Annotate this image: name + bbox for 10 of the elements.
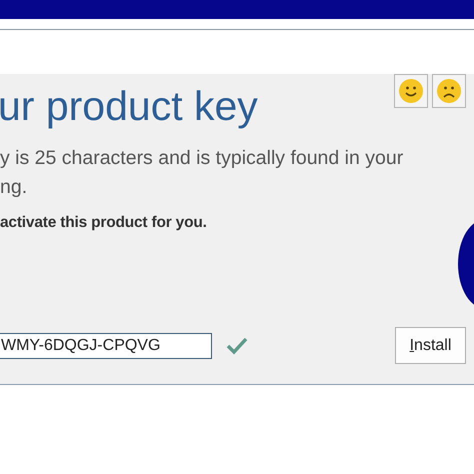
dialog-title: ur product key [0, 82, 258, 130]
product-key-field[interactable]: WMY-6DQGJ-CPQVG [0, 332, 212, 358]
smile-feedback-button[interactable] [394, 74, 428, 108]
description-text: y is 25 characters and is typically found in your [0, 146, 404, 171]
install-button[interactable]: Install [395, 327, 466, 364]
sad-face-icon [436, 78, 462, 104]
smiley-face-icon [398, 78, 424, 104]
activation-note: activate this product for you. [0, 214, 208, 232]
description-text: ng. [0, 175, 28, 200]
frown-feedback-button[interactable] [432, 74, 466, 108]
